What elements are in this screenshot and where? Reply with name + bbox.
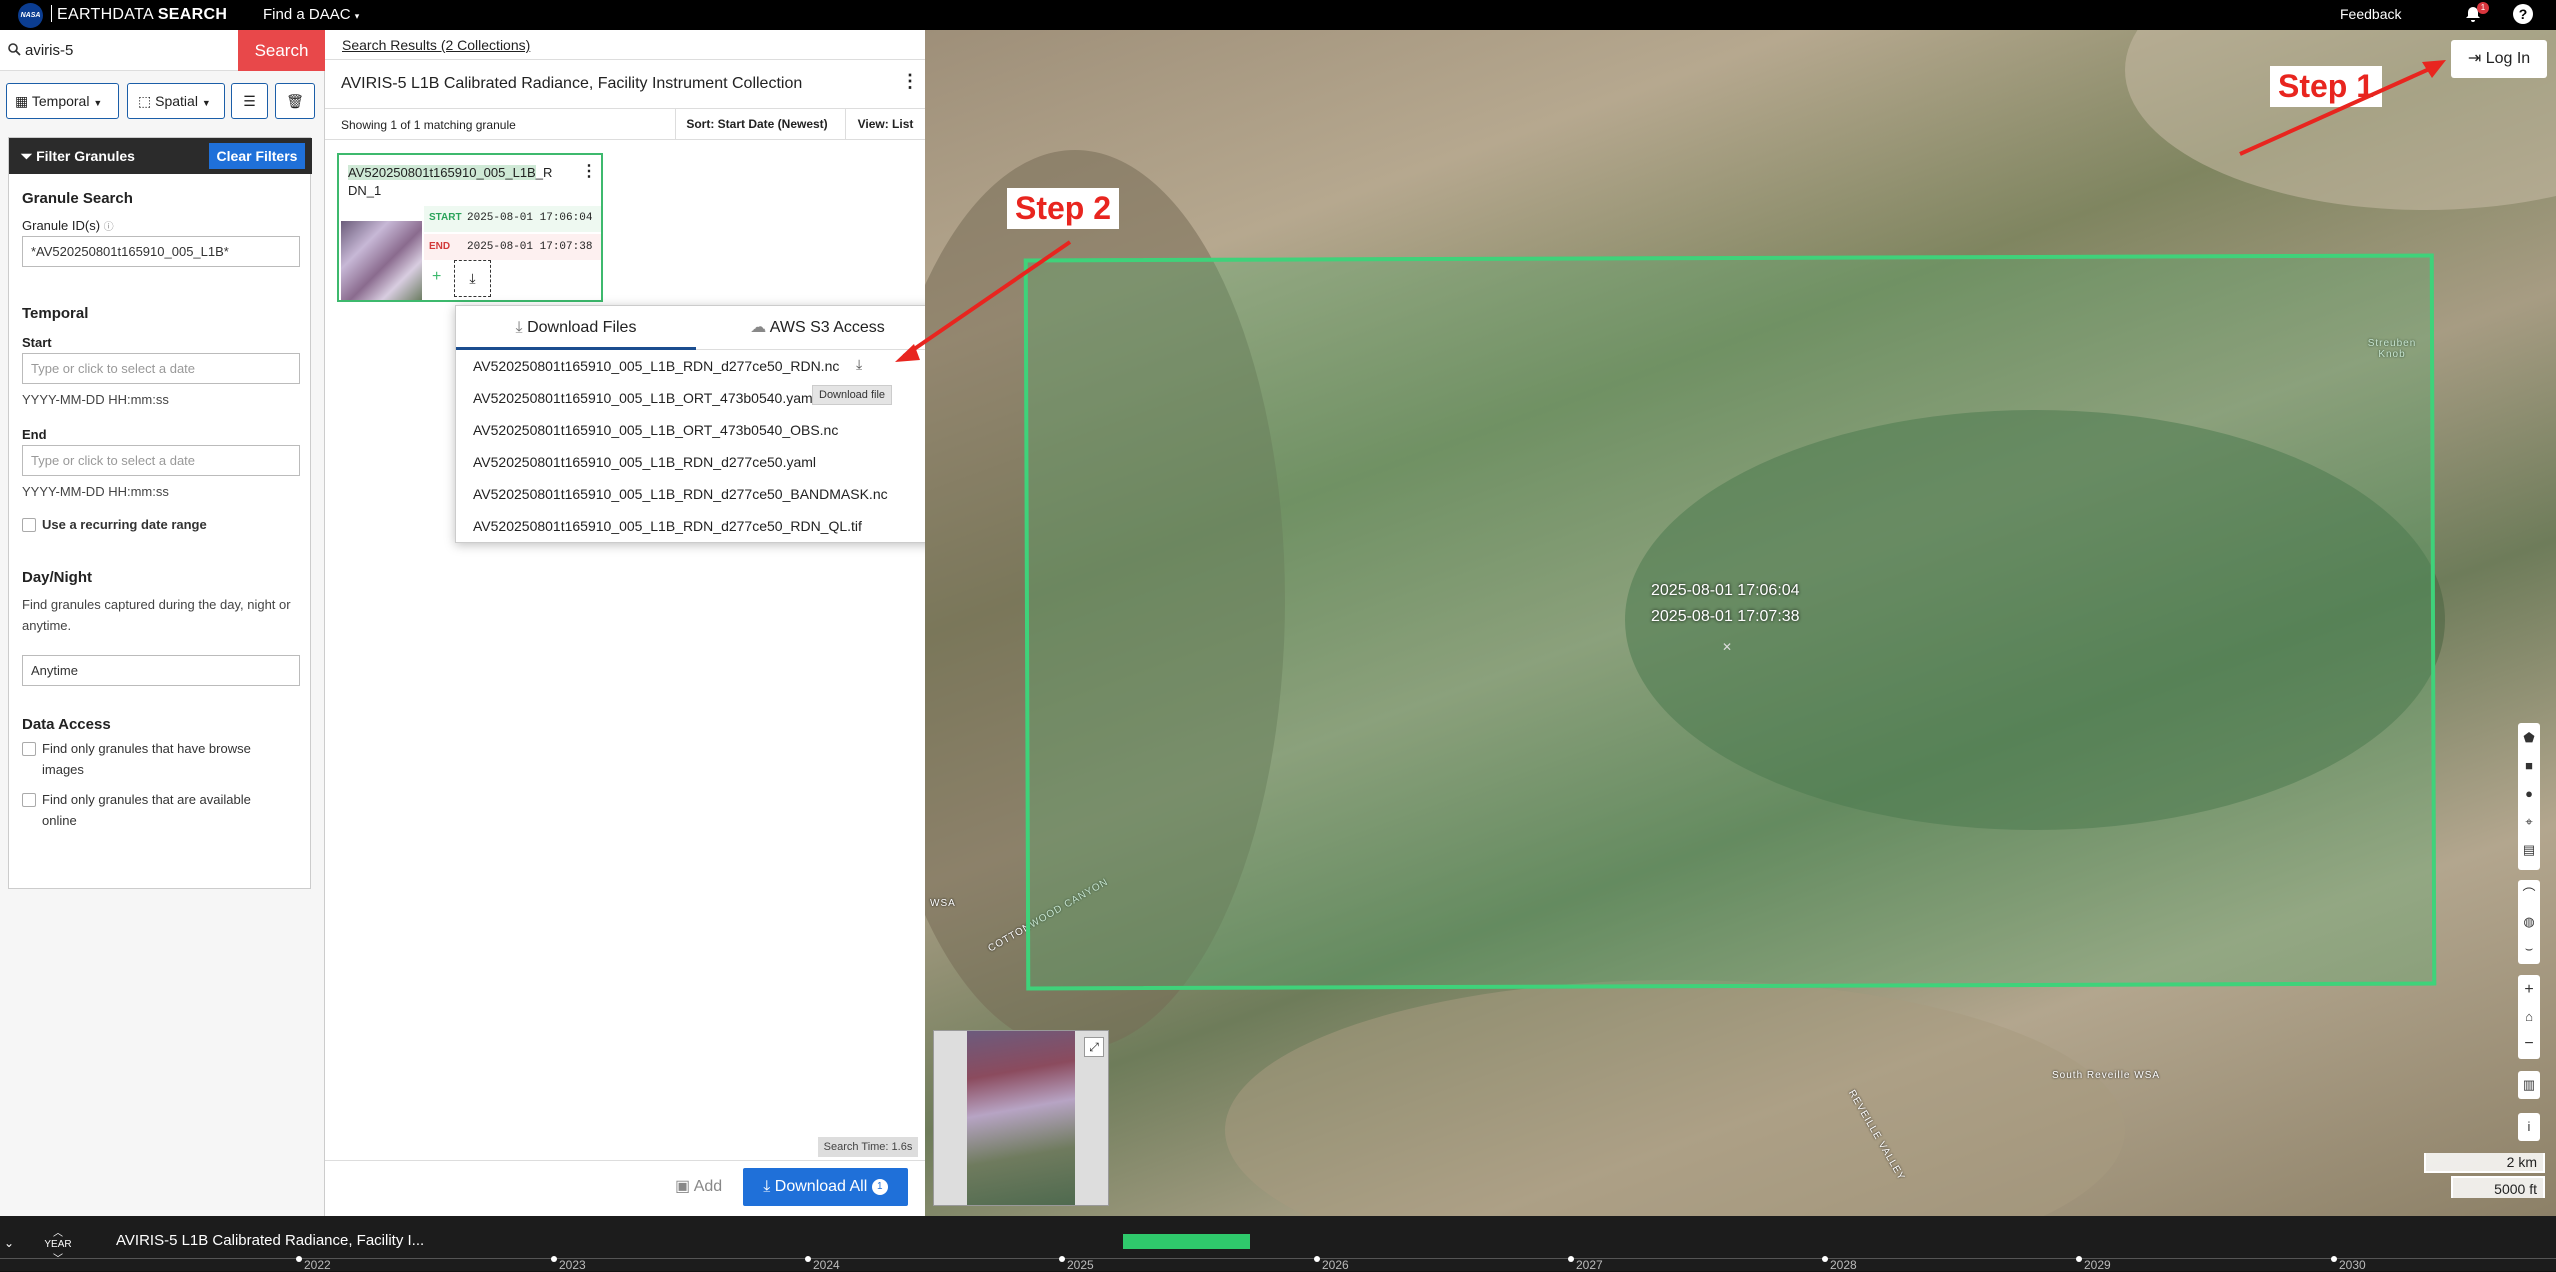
map-layers-icon[interactable]: ▥ (2518, 1072, 2540, 1098)
north-pole-icon[interactable]: ⌒ (2518, 882, 2540, 908)
home-icon[interactable]: ⌂ (2518, 1004, 2540, 1030)
zoom-tools: + ⌂ − (2518, 975, 2540, 1059)
timeline-collection-label: AVIRIS-5 L1B Calibrated Radiance, Facili… (116, 1232, 425, 1249)
annotation-arrows (895, 60, 2446, 362)
scale-bar-ft: 5000 ft (2451, 1176, 2545, 1198)
timeline-year: 2029 (2084, 1258, 2111, 1272)
timeline-tick (551, 1256, 557, 1262)
timeline-granule-bar[interactable] (1123, 1234, 1250, 1249)
timeline-year: 2022 (304, 1258, 331, 1272)
timeline-tick (1822, 1256, 1828, 1262)
step-2-arrow (902, 240, 1072, 358)
step-1-arrow (2239, 64, 2437, 156)
timeline-zoom-label: YEAR (44, 1239, 72, 1250)
timeline-year: 2028 (1830, 1258, 1857, 1272)
browse-image (967, 1031, 1075, 1205)
timeline-year: 2030 (2339, 1258, 2366, 1272)
timeline-tick (1314, 1256, 1320, 1262)
projection-tools: ⌒ ◍ ⌣ (2518, 880, 2540, 964)
globe-icon[interactable]: ◍ (2518, 909, 2540, 935)
expand-icon[interactable]: ⤢ (1084, 1037, 1104, 1057)
timeline-year: 2023 (559, 1258, 586, 1272)
draw-tools: ⬟ ■ ● ⌖ ▤ (2518, 723, 2540, 870)
timeline-tick (296, 1256, 302, 1262)
scale-bar-km: 2 km (2424, 1153, 2545, 1173)
file-icon[interactable]: ▤ (2518, 837, 2540, 863)
timeline-tick (1059, 1256, 1065, 1262)
layers-tool: ▥ (2518, 1071, 2540, 1099)
timeline-year: 2026 (1322, 1258, 1349, 1272)
info-tool: i (2518, 1113, 2540, 1141)
chevron-up-icon[interactable]: ︿ (38, 1224, 78, 1239)
timeline-collapse-icon[interactable]: ⌄ (4, 1236, 14, 1250)
timeline-tick (805, 1256, 811, 1262)
timeline-axis (0, 1258, 2556, 1259)
browse-image-preview[interactable]: ⤢ (933, 1030, 1109, 1206)
zoom-out-icon[interactable]: − (2518, 1031, 2540, 1057)
polygon-icon[interactable]: ⬟ (2518, 725, 2540, 751)
timeline-tick (1568, 1256, 1574, 1262)
timeline-year: 2027 (1576, 1258, 1603, 1272)
rectangle-icon[interactable]: ■ (2518, 753, 2540, 779)
timeline-tick (2076, 1256, 2082, 1262)
south-pole-icon[interactable]: ⌣ (2518, 936, 2540, 962)
point-icon[interactable]: ⌖ (2518, 809, 2540, 835)
timeline-year: 2024 (813, 1258, 840, 1272)
circle-icon[interactable]: ● (2518, 781, 2540, 807)
timeline-year: 2025 (1067, 1258, 1094, 1272)
info-icon[interactable]: i (2518, 1114, 2540, 1140)
timeline[interactable]: ⌄ ︿ YEAR ﹀ AVIRIS-5 L1B Calibrated Radia… (0, 1216, 2556, 1272)
timeline-tick (2331, 1256, 2337, 1262)
zoom-in-icon[interactable]: + (2518, 977, 2540, 1003)
